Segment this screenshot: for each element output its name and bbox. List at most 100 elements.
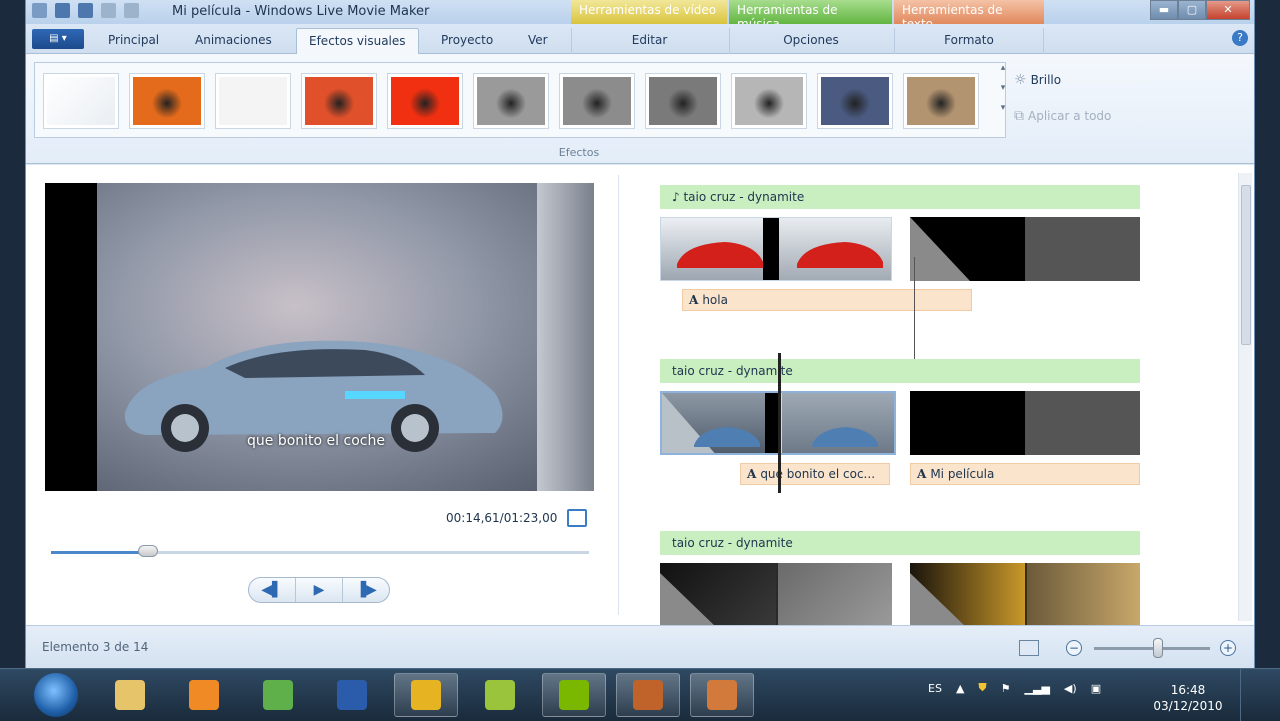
- video-clip-sketch[interactable]: [660, 563, 892, 625]
- status-bar: Elemento 3 de 14 − +: [26, 625, 1254, 668]
- gallery-scroll[interactable]: ▴ ▾ ▾: [997, 63, 1009, 137]
- maximize-button[interactable]: ▢: [1178, 0, 1206, 20]
- taskbar-app-word[interactable]: [320, 673, 384, 717]
- app-icon[interactable]: [32, 3, 47, 18]
- brightness-button[interactable]: ☼ Brillo: [1014, 72, 1061, 88]
- show-desktop-button[interactable]: [1240, 669, 1254, 721]
- effect-thumb-grayscale-3[interactable]: [645, 73, 721, 129]
- device-icon[interactable]: ▣: [1091, 682, 1101, 695]
- close-button[interactable]: ✕: [1206, 0, 1250, 20]
- effect-thumb-grayscale-4[interactable]: [731, 73, 807, 129]
- system-clock[interactable]: 16:48 03/12/2010: [1150, 682, 1226, 714]
- next-frame-button[interactable]: ▐▶: [343, 578, 389, 602]
- zoom-slider[interactable]: [1094, 647, 1210, 650]
- zoom-out-button[interactable]: −: [1066, 640, 1082, 656]
- blue-car-thumb-2: [812, 427, 878, 447]
- video-clip-anime[interactable]: [910, 563, 1140, 625]
- zoom-in-button[interactable]: +: [1220, 640, 1236, 656]
- red-car-thumb-2: [797, 242, 883, 268]
- preview-time: 00:14,61/01:23,00: [446, 511, 558, 525]
- language-indicator[interactable]: ES: [928, 682, 942, 695]
- save-icon[interactable]: [55, 3, 70, 18]
- effect-thumb-flower-vivid[interactable]: [301, 73, 377, 129]
- transition-icon: [660, 573, 714, 625]
- transport-controls: ◀▌ ▶ ▐▶: [248, 577, 390, 603]
- minimize-button[interactable]: ▬: [1150, 0, 1178, 20]
- scrollbar-thumb[interactable]: [1241, 185, 1251, 345]
- music-track[interactable]: ♪ taio cruz - dynamite: [660, 185, 1140, 209]
- video-clip-black[interactable]: [910, 391, 1140, 455]
- tab-animaciones[interactable]: Animaciones: [183, 28, 284, 54]
- text-caption-coche[interactable]: Aque bonito el coc...: [740, 463, 890, 485]
- effect-thumb-faded[interactable]: [215, 73, 291, 129]
- taskbar-app-movie-maker[interactable]: [690, 673, 754, 717]
- effect-thumb-none[interactable]: [43, 73, 119, 129]
- storyboard-scrollbar[interactable]: [1238, 173, 1252, 621]
- pane-divider[interactable]: [618, 175, 619, 615]
- effect-thumb-sepia[interactable]: [903, 73, 979, 129]
- video-preview[interactable]: que bonito el coche: [45, 183, 594, 491]
- redo-icon[interactable]: [101, 3, 116, 18]
- start-button[interactable]: [34, 673, 78, 717]
- tab-editar[interactable]: Editar: [571, 28, 727, 54]
- effect-thumb-flower-threshold[interactable]: [387, 73, 463, 129]
- music-track[interactable]: taio cruz - dynamite: [660, 531, 1140, 555]
- effect-preview: [477, 77, 545, 125]
- transition-overlay: [537, 183, 594, 491]
- seek-handle[interactable]: [138, 545, 158, 557]
- seek-progress: [51, 551, 148, 554]
- tab-ver[interactable]: Ver: [516, 28, 560, 54]
- system-tray: ES ▲ ⛊ ⚑ ▁▃▅ ◀) ▣: [928, 681, 1101, 695]
- effect-preview: [47, 77, 115, 125]
- tab-principal[interactable]: Principal: [96, 28, 171, 54]
- clock-time: 16:48: [1170, 683, 1206, 697]
- effect-thumb-grayscale-2[interactable]: [559, 73, 635, 129]
- taskbar-app-glove-app[interactable]: [616, 673, 680, 717]
- transition-icon: [910, 573, 964, 625]
- tray-expand-icon[interactable]: ▲: [956, 682, 964, 695]
- zoom-handle[interactable]: [1153, 638, 1163, 658]
- tab-formato[interactable]: Formato: [894, 28, 1044, 54]
- taskbar-app-spotify[interactable]: [542, 673, 606, 717]
- undo-icon[interactable]: [78, 3, 93, 18]
- volume-icon[interactable]: ◀): [1064, 682, 1077, 695]
- taskbar-app-security-egg[interactable]: [468, 673, 532, 717]
- play-button[interactable]: ▶: [296, 578, 343, 602]
- text-caption-mi-pelicula[interactable]: A Mi película: [910, 463, 1140, 485]
- help-icon[interactable]: ?: [1232, 30, 1248, 46]
- taskbar-app-explorer[interactable]: [98, 673, 162, 717]
- effect-thumb-grayscale-1[interactable]: [473, 73, 549, 129]
- effect-thumb-flower-orange[interactable]: [129, 73, 205, 129]
- playhead[interactable]: [778, 353, 781, 493]
- context-tab-video-tools: Herramientas de vídeo: [571, 0, 727, 24]
- thumbnail-size-icon[interactable]: [1019, 640, 1039, 656]
- network-icon[interactable]: ▁▃▅: [1025, 682, 1050, 695]
- effect-preview: [305, 77, 373, 125]
- quick-access-toolbar: [32, 3, 139, 18]
- music-track[interactable]: taio cruz - dynamite: [660, 359, 1140, 383]
- app-menu-button[interactable]: ▤ ▾: [32, 29, 84, 49]
- apply-all-button[interactable]: ⧉ Aplicar a todo: [1014, 108, 1111, 124]
- taskbar-app-messenger[interactable]: [246, 673, 310, 717]
- shield-icon[interactable]: ⛊: [978, 681, 986, 695]
- customize-qat-icon[interactable]: [124, 3, 139, 18]
- action-center-icon[interactable]: ⚑: [1001, 682, 1011, 695]
- seek-bar[interactable]: [51, 545, 589, 557]
- text-caption-hola[interactable]: Ahola: [682, 289, 972, 311]
- tab-proyecto[interactable]: Proyecto: [429, 28, 505, 54]
- video-clip-black[interactable]: [910, 217, 1140, 281]
- taskbar-app-chrome[interactable]: [394, 673, 458, 717]
- glove-app-icon: [633, 680, 663, 710]
- effect-thumb-cyanotype[interactable]: [817, 73, 893, 129]
- tab-opciones[interactable]: Opciones: [729, 28, 892, 54]
- taskbar-app-media-player[interactable]: [172, 673, 236, 717]
- movie-maker-window: Mi película - Windows Live Movie Maker H…: [25, 0, 1255, 668]
- tab-efectos-visuales[interactable]: Efectos visuales: [296, 28, 419, 54]
- ribbon-effects-panel: ▴ ▾ ▾ ☼ Brillo ⧉ Aplicar a todo Efectos: [26, 54, 1254, 164]
- video-clip-ferrari[interactable]: [660, 217, 892, 281]
- preview-caption: que bonito el coche: [247, 433, 385, 449]
- effect-preview: [821, 77, 889, 125]
- brightness-label: Brillo: [1030, 73, 1062, 87]
- fullscreen-icon[interactable]: [567, 509, 587, 527]
- previous-frame-button[interactable]: ◀▌: [249, 578, 296, 602]
